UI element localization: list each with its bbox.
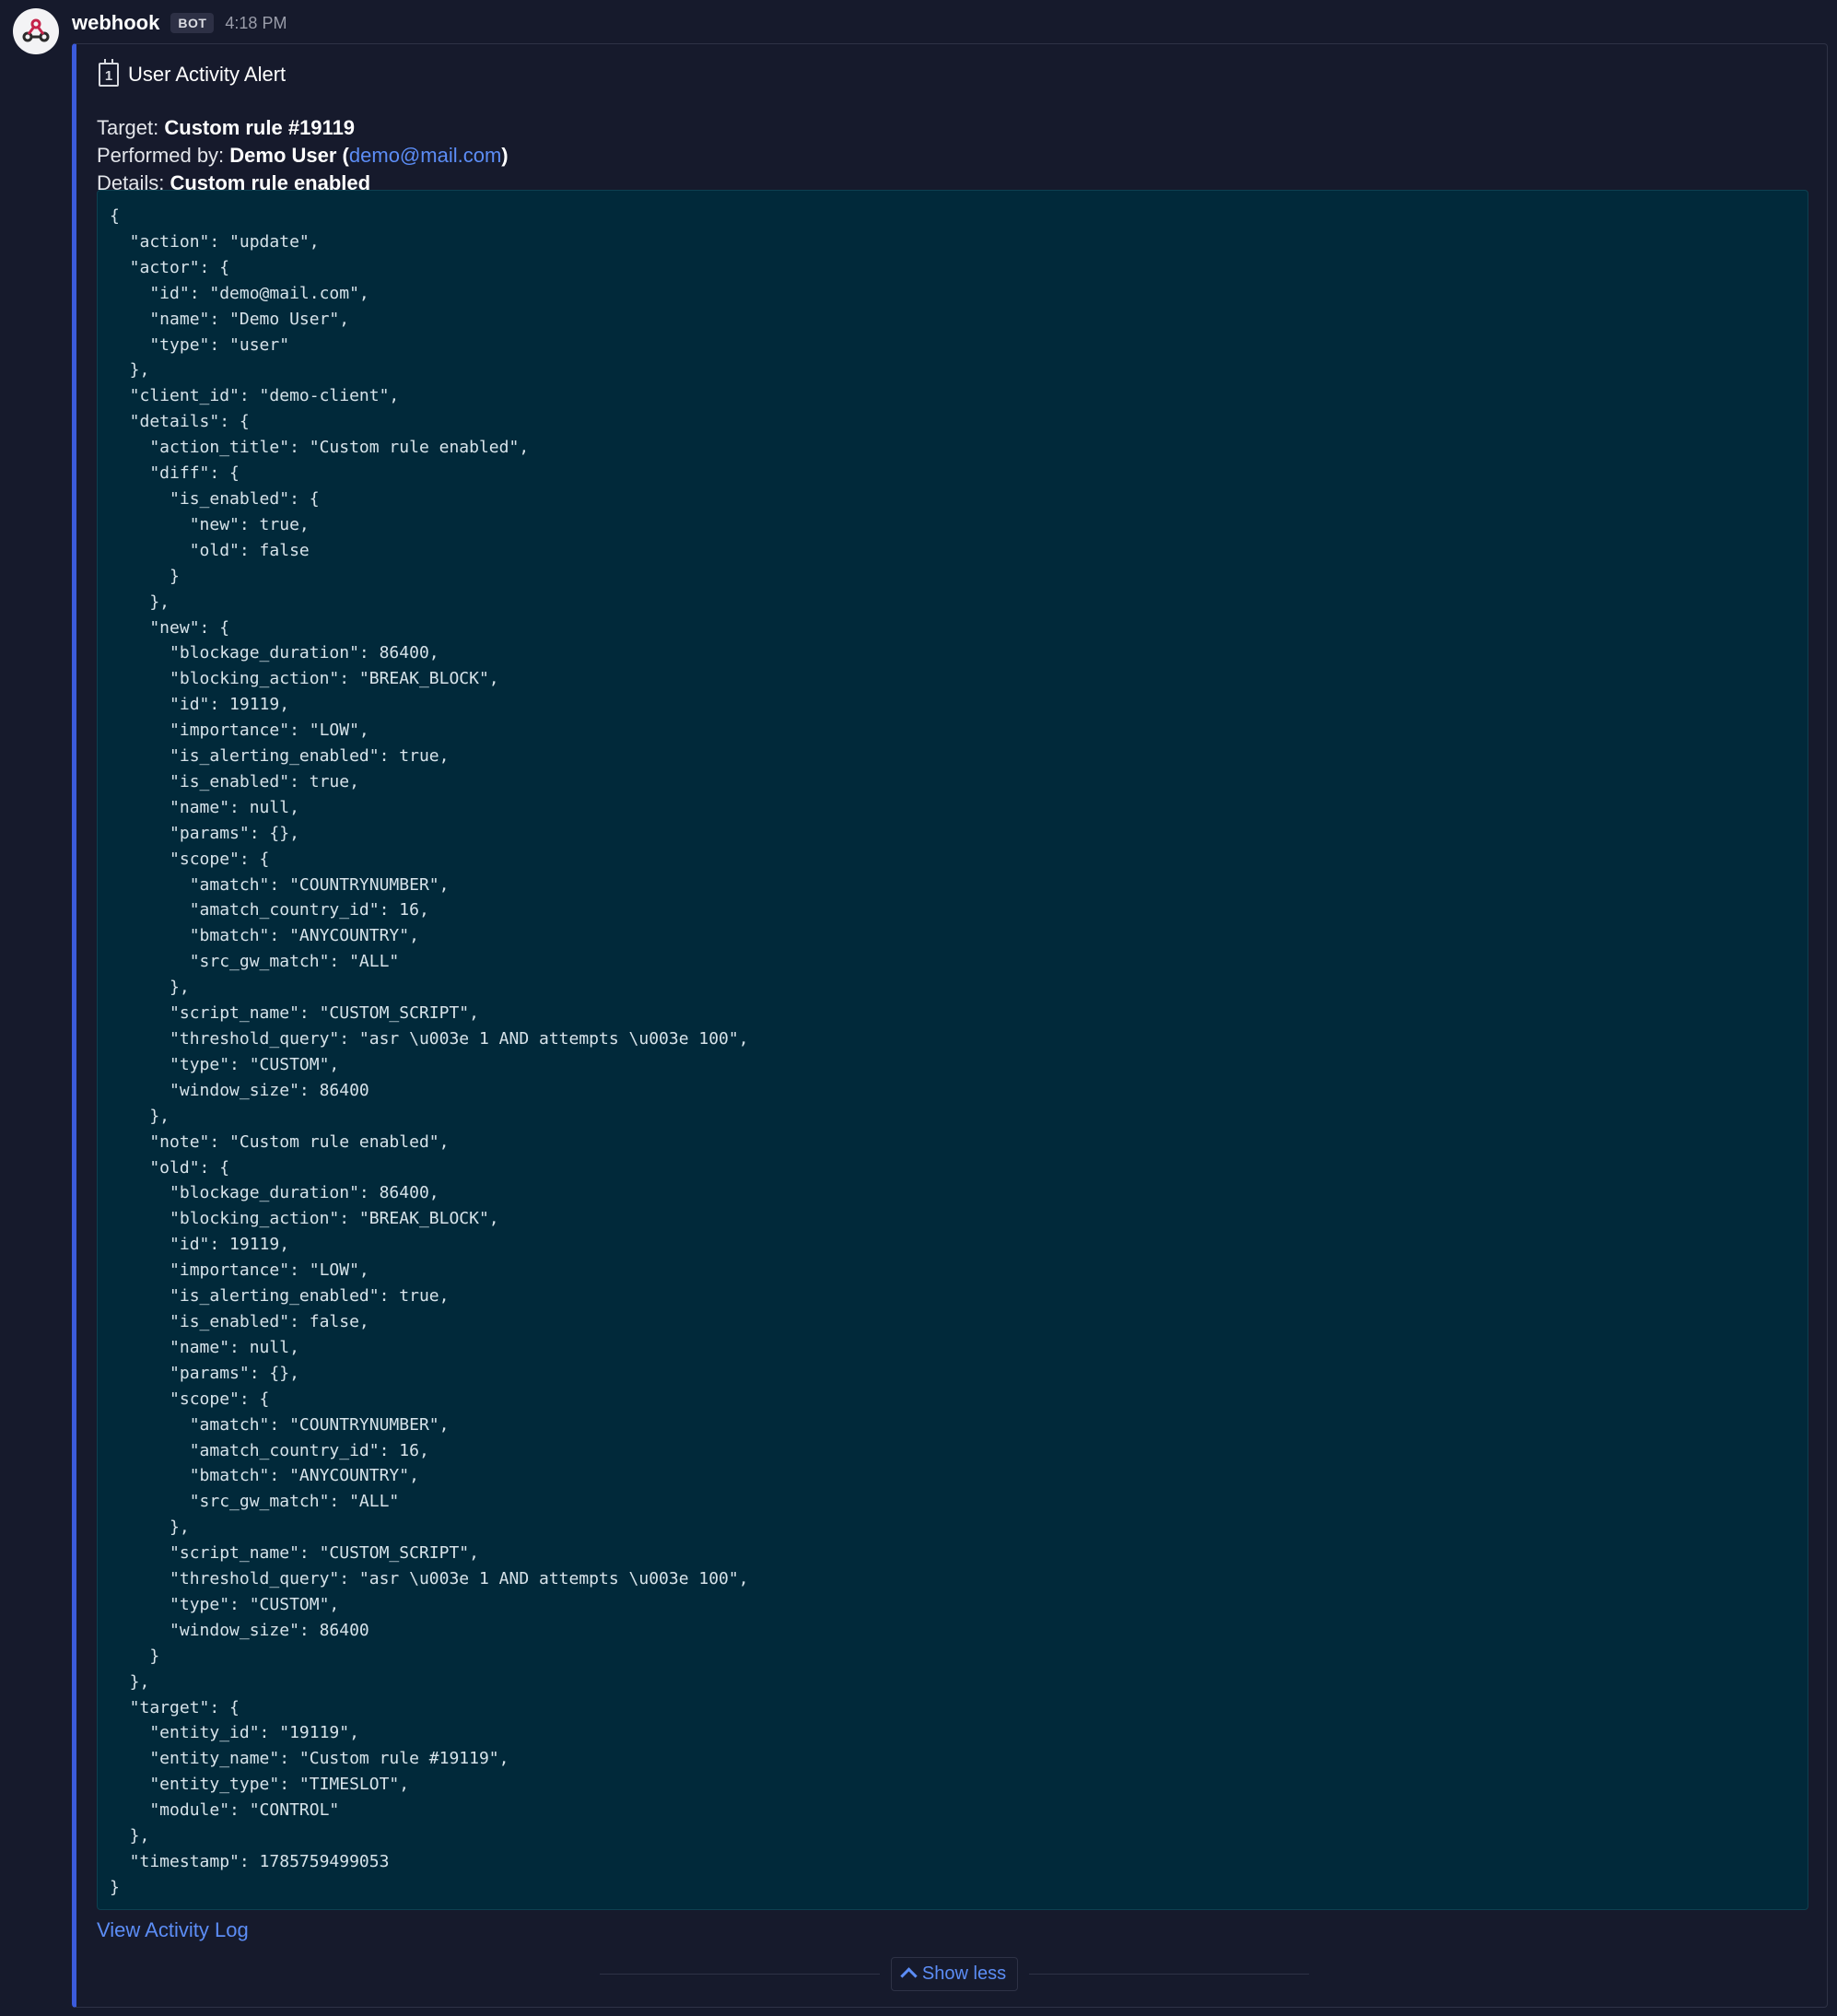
attachment-title: 1 User Activity Alert — [99, 59, 287, 87]
performed-close-paren: ) — [501, 144, 509, 167]
chat-message: webhook BOT 4:18 PM 1 User Activity Aler… — [0, 0, 1837, 2016]
view-activity-log-link[interactable]: View Activity Log — [97, 1918, 249, 1942]
attachment-card: 1 User Activity Alert Target: Custom rul… — [72, 43, 1828, 2008]
author-name[interactable]: webhook — [72, 11, 159, 35]
performed-by-field: Performed by: Demo User (demo@mail.com) — [97, 144, 509, 168]
bot-badge: BOT — [170, 13, 215, 33]
show-less-button[interactable]: Show less — [890, 1956, 1019, 1991]
json-code-block[interactable]: { "action": "update", "actor": { "id": "… — [97, 190, 1808, 1910]
target-field: Target: Custom rule #19119 — [97, 116, 355, 140]
message-time[interactable]: 4:18 PM — [225, 14, 287, 33]
performed-email-link[interactable]: demo@mail.com — [349, 144, 501, 167]
performed-label: Performed by: — [97, 144, 230, 167]
chevron-up-icon — [900, 1967, 918, 1985]
target-value: Custom rule #19119 — [164, 116, 356, 139]
avatar[interactable] — [13, 8, 59, 54]
show-less-row: Show less — [600, 1956, 1309, 1991]
target-label: Target: — [97, 116, 165, 139]
attachment-title-text: User Activity Alert — [128, 63, 287, 86]
message-header: webhook BOT 4:18 PM — [72, 9, 287, 37]
webhook-icon — [22, 18, 50, 42]
divider — [600, 1973, 880, 1975]
divider — [1029, 1973, 1309, 1975]
performed-value: Demo User — [229, 144, 337, 167]
performed-open-paren: ( — [336, 144, 349, 167]
json-code-text: { "action": "update", "actor": { "id": "… — [110, 206, 749, 1897]
show-less-label: Show less — [921, 1963, 1007, 1984]
calendar-icon: 1 — [99, 59, 119, 87]
